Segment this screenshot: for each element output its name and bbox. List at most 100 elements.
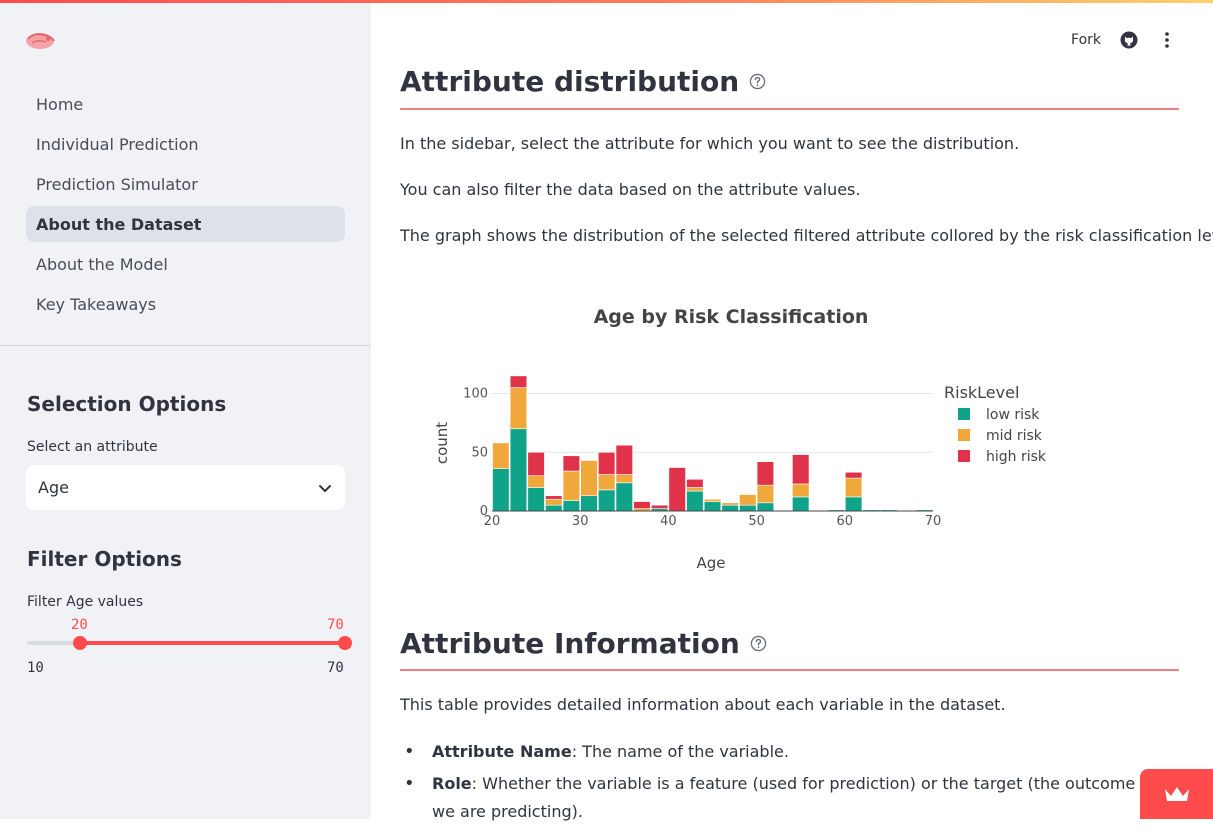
age-range-slider[interactable] bbox=[27, 636, 352, 650]
section-title-attribute-distribution: Attribute distribution bbox=[400, 65, 766, 98]
bar-segment bbox=[527, 451, 545, 477]
bar-segment bbox=[686, 487, 704, 492]
attribute-select-value: Age bbox=[38, 478, 69, 497]
bar-segment bbox=[509, 428, 528, 512]
bar-segment bbox=[580, 495, 598, 512]
header-actions: Fork bbox=[1071, 30, 1177, 50]
bar-segment bbox=[844, 471, 863, 479]
slider-thumb-high[interactable] bbox=[338, 636, 352, 650]
bullet-list: Attribute Name: The name of the variable… bbox=[400, 738, 1160, 830]
sidebar-item-about-dataset[interactable]: About the Dataset bbox=[26, 206, 345, 242]
list-item: Attribute Name: The name of the variable… bbox=[400, 738, 1160, 766]
x-tick-label: 70 bbox=[925, 514, 942, 529]
bar-segment bbox=[792, 454, 810, 485]
bullet-text: : The name of the variable. bbox=[571, 742, 789, 761]
bar-segment bbox=[650, 504, 669, 509]
sidebar: Home Individual Prediction Prediction Si… bbox=[0, 0, 371, 819]
paragraph: The graph shows the distribution of the … bbox=[400, 226, 1213, 245]
bar-segment bbox=[562, 500, 580, 512]
sidebar-item-individual-prediction[interactable]: Individual Prediction bbox=[26, 126, 345, 162]
crown-icon bbox=[1164, 787, 1189, 801]
bar-segment bbox=[527, 487, 545, 512]
bar-segment bbox=[739, 494, 757, 506]
bar-segment bbox=[562, 470, 580, 501]
github-icon[interactable] bbox=[1119, 30, 1139, 50]
legend-label: mid risk bbox=[986, 428, 1043, 444]
y-tick-label: 100 bbox=[463, 387, 488, 402]
sidebar-item-home[interactable]: Home bbox=[26, 86, 345, 122]
bar-segment bbox=[615, 482, 633, 512]
bar-segment bbox=[545, 504, 563, 512]
section-title-text: Attribute distribution bbox=[400, 65, 740, 98]
top-decoration-bar bbox=[0, 0, 1213, 3]
bar-segment bbox=[686, 490, 704, 512]
bar-segment bbox=[703, 501, 722, 512]
sidebar-item-prediction-simulator[interactable]: Prediction Simulator bbox=[26, 166, 345, 202]
sidebar-divider bbox=[0, 345, 371, 346]
slider-max-label: 70 bbox=[327, 660, 344, 676]
section-title-attribute-information: Attribute Information bbox=[400, 627, 767, 660]
bar-segment bbox=[580, 460, 598, 497]
list-item: Role: Whether the variable is a feature … bbox=[400, 770, 1160, 826]
bar-segment bbox=[492, 442, 510, 470]
bullet-text: : Whether the variable is a feature (use… bbox=[432, 774, 1136, 821]
bar-segment bbox=[598, 489, 616, 512]
kebab-menu-icon[interactable] bbox=[1157, 30, 1177, 50]
slider-thumb-low[interactable] bbox=[73, 636, 87, 650]
streamlit-badge[interactable] bbox=[1140, 769, 1213, 819]
filter-age-label: Filter Age values bbox=[27, 594, 144, 610]
help-icon[interactable] bbox=[750, 635, 767, 652]
section-divider bbox=[400, 669, 1179, 671]
bar-segment bbox=[615, 444, 633, 475]
bullet-term: Role bbox=[432, 774, 472, 793]
section-title-text: Attribute Information bbox=[400, 627, 740, 660]
legend-label: low risk bbox=[986, 407, 1040, 423]
bar-segment bbox=[562, 455, 580, 472]
sidebar-item-about-model[interactable]: About the Model bbox=[26, 246, 345, 282]
bar-segment bbox=[668, 467, 686, 512]
bar-segment bbox=[844, 477, 863, 498]
fork-button[interactable]: Fork bbox=[1071, 32, 1101, 48]
bar-segment bbox=[509, 387, 528, 430]
legend-swatch bbox=[958, 429, 970, 441]
legend-swatch bbox=[958, 450, 970, 462]
help-icon[interactable] bbox=[749, 73, 766, 90]
slider-min-label: 10 bbox=[27, 660, 44, 676]
sidebar-nav: Home Individual Prediction Prediction Si… bbox=[26, 86, 345, 326]
bar-segment bbox=[756, 502, 775, 512]
bar-segment bbox=[792, 483, 810, 498]
filter-options-title: Filter Options bbox=[27, 547, 182, 571]
slider-fill bbox=[80, 641, 345, 645]
bar-segment bbox=[721, 502, 739, 506]
x-tick-label: 50 bbox=[748, 514, 765, 529]
paragraph: This table provides detailed information… bbox=[400, 695, 1006, 714]
y-tick-label: 50 bbox=[471, 445, 488, 460]
bar-segment bbox=[721, 504, 739, 512]
paragraph: In the sidebar, select the attribute for… bbox=[400, 134, 1020, 153]
bullet-term: Attribute Name bbox=[432, 742, 572, 761]
bar-segment bbox=[844, 496, 863, 512]
attribute-select[interactable]: Age bbox=[26, 465, 345, 510]
selection-options-title: Selection Options bbox=[27, 392, 227, 416]
sidebar-item-key-takeaways[interactable]: Key Takeaways bbox=[26, 286, 345, 322]
bar-segment bbox=[615, 474, 633, 484]
x-tick-label: 40 bbox=[660, 514, 677, 529]
bar-segment bbox=[633, 501, 651, 509]
bar-segment bbox=[598, 451, 616, 475]
chart-title: Age by Risk Classification bbox=[594, 306, 869, 328]
age-histogram-chart[interactable]: Age by Risk Classification05010020 30 40 50… bbox=[400, 295, 1179, 585]
bar-segment bbox=[527, 475, 545, 488]
x-axis-label: Age bbox=[696, 554, 725, 572]
bar-segment bbox=[756, 461, 775, 486]
slider-high-value: 70 bbox=[327, 617, 344, 633]
y-axis-label: count bbox=[433, 422, 451, 464]
x-tick-label: 20 bbox=[484, 514, 501, 529]
bar-segment bbox=[756, 484, 775, 504]
bar-segment bbox=[686, 478, 704, 488]
bar-segment bbox=[545, 498, 563, 506]
legend-label: high risk bbox=[986, 449, 1047, 465]
app-logo-icon bbox=[26, 33, 55, 49]
x-tick-label: 30 bbox=[572, 514, 589, 529]
paragraph: You can also filter the data based on th… bbox=[400, 180, 861, 199]
bar-segment bbox=[792, 496, 810, 512]
